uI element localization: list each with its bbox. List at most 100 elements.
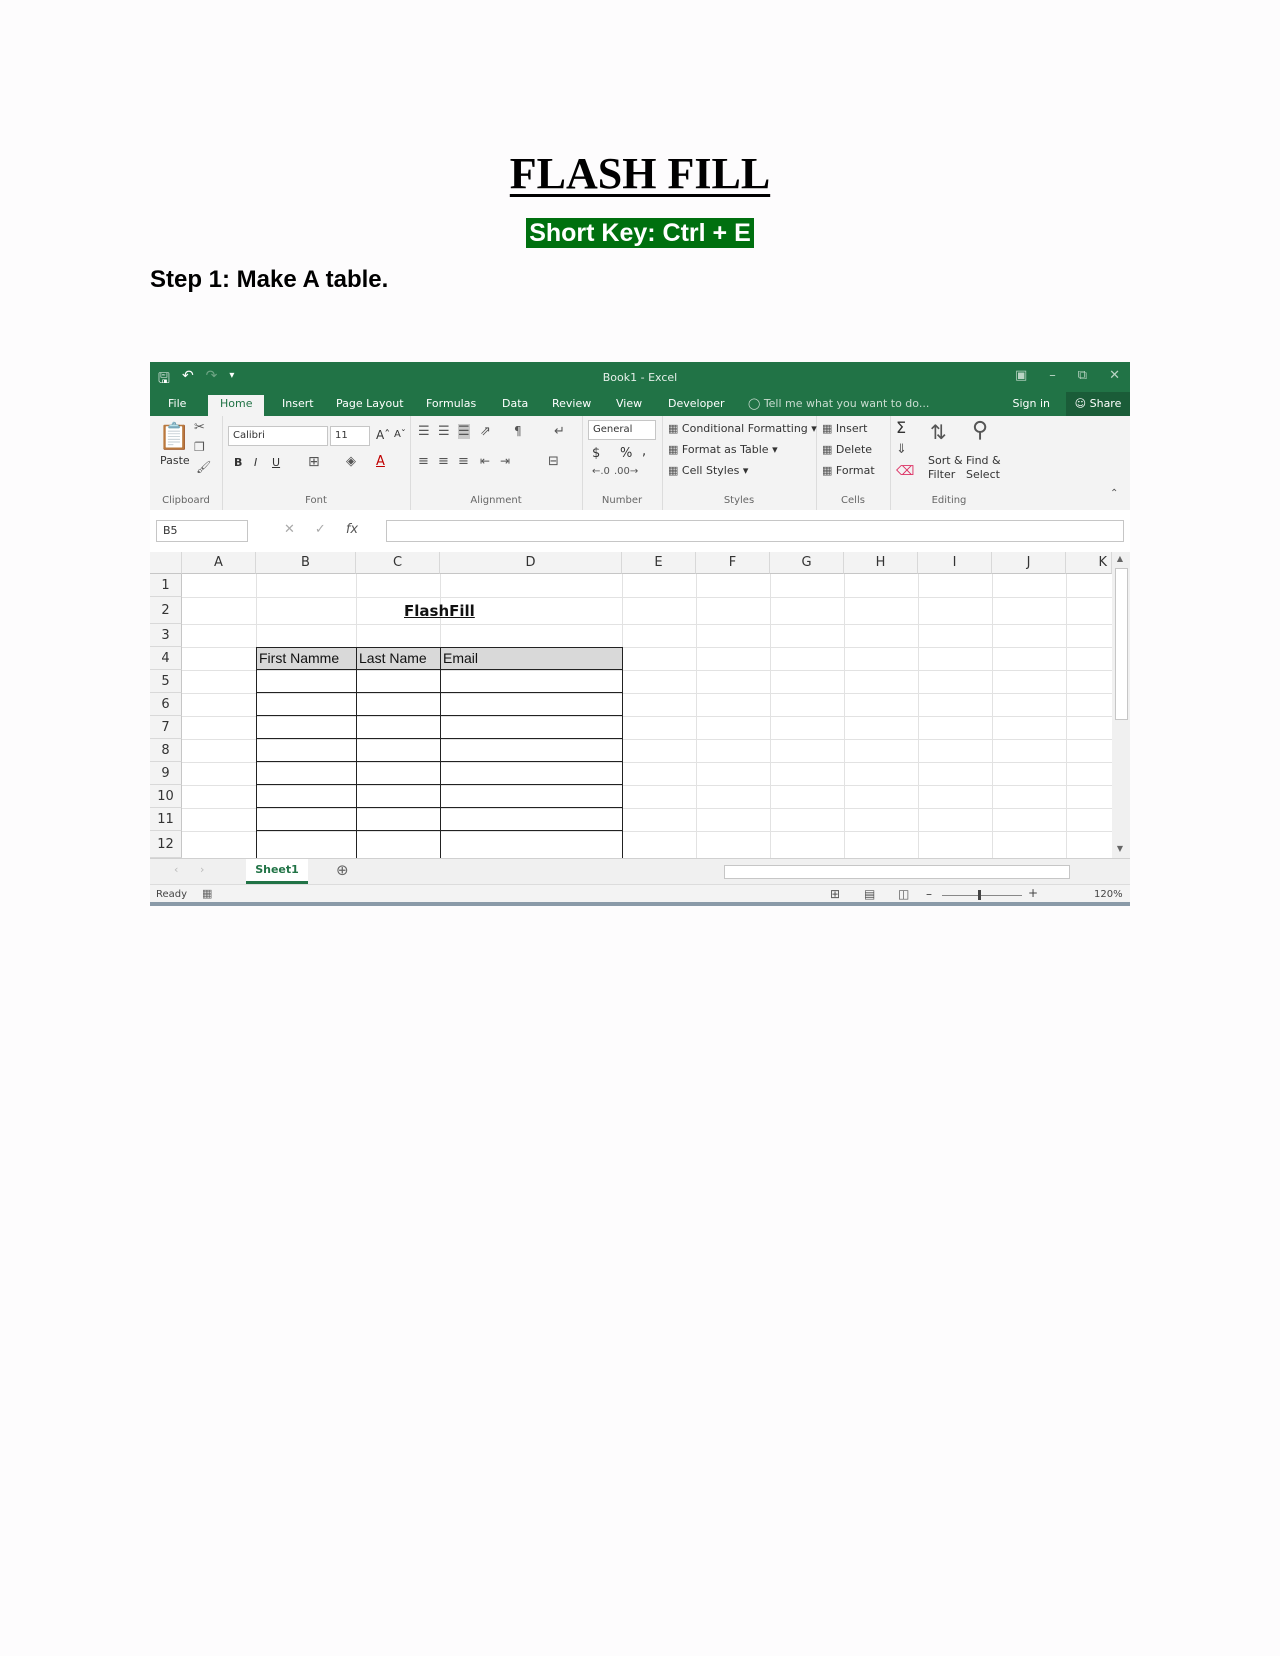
prev-sheet-icon[interactable]: ‹ [174, 863, 178, 876]
column-header-j[interactable]: J [992, 552, 1066, 574]
restore-icon[interactable]: ⧉ [1078, 368, 1087, 383]
cut-icon[interactable]: ✂ [194, 420, 205, 435]
format-painter-icon[interactable]: 🖌 [196, 460, 211, 474]
new-sheet-icon[interactable]: ⊕ [336, 861, 349, 879]
insert-cells-button[interactable]: ▦ Insert [822, 422, 867, 435]
row-header-11[interactable]: 11 [150, 808, 182, 831]
normal-view-icon[interactable]: ⊞ [830, 887, 840, 901]
scroll-down-icon[interactable]: ▼ [1114, 844, 1126, 854]
tab-home[interactable]: Home [208, 395, 265, 416]
font-name-select[interactable]: Calibri [228, 426, 328, 446]
column-header-b[interactable]: B [256, 552, 356, 574]
row-header-7[interactable]: 7 [150, 716, 182, 739]
close-icon[interactable]: ✕ [1109, 368, 1120, 383]
insert-function-icon[interactable]: fx [346, 522, 358, 537]
cancel-icon[interactable]: ✕ [284, 522, 295, 537]
paste-button[interactable]: Paste [160, 454, 190, 467]
row-header-5[interactable]: 5 [150, 670, 182, 693]
increase-decimal-icon[interactable]: ←.0 [592, 466, 610, 477]
collapse-ribbon-icon[interactable]: ⌃ [1110, 488, 1118, 499]
sign-in-link[interactable]: Sign in [1012, 397, 1050, 410]
row-header-3[interactable]: 3 [150, 624, 182, 647]
align-middle-icon[interactable]: ☰ [438, 424, 450, 439]
header-last-name[interactable]: Last Name [356, 650, 440, 666]
font-size-select[interactable]: 11 [330, 426, 370, 446]
row-header-9[interactable]: 9 [150, 762, 182, 785]
zoom-level[interactable]: 120% [1094, 889, 1123, 900]
zoom-out-icon[interactable]: – [926, 887, 932, 901]
orientation-icon[interactable]: ⇗ [480, 424, 491, 439]
scroll-thumb[interactable] [1115, 568, 1128, 720]
align-bottom-icon[interactable]: ☰ [458, 424, 470, 439]
tab-formulas[interactable]: Formulas [426, 397, 476, 410]
page-break-view-icon[interactable]: ◫ [898, 887, 909, 901]
share-button[interactable]: ☺ Share [1066, 392, 1130, 416]
align-center-icon[interactable]: ≡ [438, 454, 449, 469]
horizontal-scrollbar[interactable] [724, 865, 1070, 879]
tab-review[interactable]: Review [552, 397, 591, 410]
minimize-icon[interactable]: – [1049, 368, 1056, 383]
conditional-formatting-button[interactable]: ▦ Conditional Formatting ▾ [668, 422, 817, 435]
column-header-f[interactable]: F [696, 552, 770, 574]
cell-styles-button[interactable]: ▦ Cell Styles ▾ [668, 464, 748, 477]
zoom-slider-thumb[interactable] [978, 890, 981, 900]
header-first-name[interactable]: First Namme [256, 650, 356, 666]
column-header-e[interactable]: E [622, 552, 696, 574]
delete-cells-button[interactable]: ▦ Delete [822, 443, 872, 456]
tab-view[interactable]: View [616, 397, 642, 410]
column-header-d[interactable]: D [440, 552, 622, 574]
text-direction-icon[interactable]: ¶ [514, 424, 522, 438]
currency-button[interactable]: $ [592, 446, 600, 461]
formula-input[interactable] [386, 520, 1124, 542]
paste-icon[interactable]: 📋 [158, 422, 190, 452]
number-format-select[interactable]: General [588, 420, 656, 440]
align-right-icon[interactable]: ≡ [458, 454, 469, 469]
underline-button[interactable]: U [272, 456, 280, 469]
bold-button[interactable]: B [234, 456, 242, 469]
fill-icon[interactable]: ⇓ [896, 442, 907, 457]
header-email[interactable]: Email [440, 650, 622, 666]
row-header-12[interactable]: 12 [150, 831, 182, 858]
row-header-10[interactable]: 10 [150, 785, 182, 808]
zoom-slider[interactable] [942, 895, 1022, 896]
tab-developer[interactable]: Developer [668, 397, 725, 410]
comma-button[interactable]: , [642, 444, 646, 459]
tab-data[interactable]: Data [502, 397, 528, 410]
select-all-corner[interactable] [150, 552, 182, 574]
grow-font-icon[interactable]: Aˆ [376, 428, 390, 442]
shrink-font-icon[interactable]: Aˇ [394, 429, 406, 440]
percent-button[interactable]: % [620, 446, 632, 461]
clear-icon[interactable]: ⌫ [896, 464, 914, 479]
tab-page-layout[interactable]: Page Layout [336, 397, 404, 410]
vertical-scrollbar[interactable]: ▲ ▼ [1112, 552, 1130, 858]
tab-insert[interactable]: Insert [282, 397, 314, 410]
tab-file[interactable]: File [168, 397, 186, 410]
sheet-title-cell[interactable]: FlashFill [404, 602, 475, 620]
increase-indent-icon[interactable]: ⇥ [500, 454, 510, 468]
sheet-tab-sheet1[interactable]: Sheet1 [246, 859, 308, 884]
name-box[interactable]: B5 [156, 520, 248, 542]
format-as-table-button[interactable]: ▦ Format as Table ▾ [668, 443, 778, 456]
column-header-c[interactable]: C [356, 552, 440, 574]
scroll-up-icon[interactable]: ▲ [1114, 554, 1126, 564]
row-header-4[interactable]: 4 [150, 647, 182, 670]
italic-button[interactable]: I [254, 456, 257, 469]
column-header-k[interactable]: K [1066, 552, 1112, 574]
font-color-icon[interactable]: A [376, 454, 385, 469]
column-header-h[interactable]: H [844, 552, 918, 574]
fill-color-icon[interactable]: ◈ [346, 454, 356, 469]
sort-filter-button[interactable]: Sort & Filter [928, 454, 963, 482]
column-header-i[interactable]: I [918, 552, 992, 574]
next-sheet-icon[interactable]: › [200, 863, 204, 876]
align-top-icon[interactable]: ☰ [418, 424, 430, 439]
decrease-decimal-icon[interactable]: .00→ [614, 466, 638, 477]
tell-me-box[interactable]: ◯ Tell me what you want to do... [748, 397, 929, 410]
find-select-button[interactable]: Find & Select [966, 454, 1001, 482]
decrease-indent-icon[interactable]: ⇤ [480, 454, 490, 468]
macro-record-icon[interactable]: ▦ [202, 887, 212, 900]
wrap-text-icon[interactable]: ↵ [554, 424, 565, 439]
column-header-g[interactable]: G [770, 552, 844, 574]
ribbon-display-icon[interactable]: ▣ [1015, 368, 1027, 383]
row-header-8[interactable]: 8 [150, 739, 182, 762]
format-cells-button[interactable]: ▦ Format [822, 464, 875, 477]
